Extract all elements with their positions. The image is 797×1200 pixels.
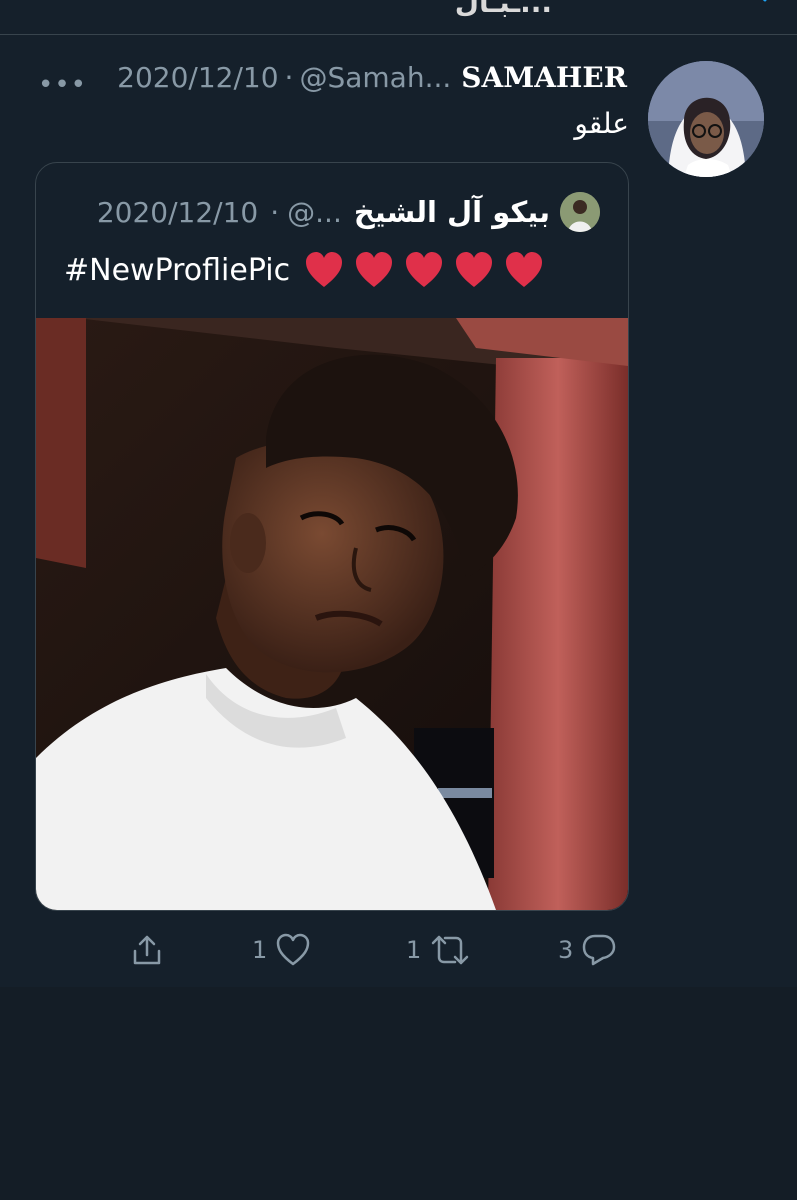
- red-heart-emoji: [456, 252, 493, 287]
- heart-icon: [277, 933, 310, 966]
- red-heart-emoji: [406, 252, 443, 287]
- back-arrow-icon[interactable]: [751, 0, 777, 10]
- like-button[interactable]: 1: [252, 930, 311, 970]
- quoted-tweet-text: #NewProfliePic: [64, 251, 544, 289]
- quoted-tweet-avatar: [560, 192, 600, 232]
- tweet-author-name[interactable]: SAMAHER: [461, 61, 627, 94]
- red-heart-emoji: [356, 252, 393, 287]
- heart-emojis: [304, 251, 544, 289]
- tweet-header: 2020/12/10 · @Samah... SAMAHER: [117, 57, 627, 97]
- quoted-tweet-author-name: بيكو آل الشيخ: [353, 195, 550, 229]
- reply-button[interactable]: 3: [558, 930, 617, 970]
- empty-timeline-area: [0, 987, 797, 1200]
- quoted-tweet-date: 2020/12/10: [96, 195, 259, 229]
- tweet-actions: 1 1 3: [0, 930, 797, 970]
- red-heart-emoji: [306, 252, 343, 287]
- share-icon: [133, 935, 161, 965]
- quoted-tweet-separator: ·: [270, 195, 280, 229]
- share-button[interactable]: [130, 930, 164, 970]
- tweet-separator: ·: [284, 60, 294, 94]
- reply-count: 3: [558, 936, 574, 964]
- quoted-tweet-author-handle: @...: [287, 195, 342, 229]
- quoted-tweet[interactable]: 2020/12/10 · @... بيكو آل الشيخ #NewProf…: [35, 162, 629, 911]
- tweet-text: علقو: [574, 107, 629, 140]
- red-heart-emoji: [506, 252, 543, 287]
- selfie-image: [36, 318, 628, 910]
- retweet-count: 1: [406, 936, 422, 964]
- retweet-button[interactable]: 1: [406, 930, 471, 970]
- top-bar: ...ـبـال: [0, 0, 797, 35]
- tweet[interactable]: ••• 2020/12/10 · @Samah... SAMAHER علقو …: [0, 35, 797, 987]
- avatar[interactable]: [648, 61, 764, 177]
- retweet-icon: [432, 935, 469, 965]
- hashtag[interactable]: #NewProfliePic: [64, 253, 290, 288]
- tweet-date[interactable]: 2020/12/10: [117, 61, 278, 94]
- more-options-icon[interactable]: •••: [38, 72, 87, 98]
- reply-icon: [583, 934, 616, 966]
- avatar-image: [648, 61, 764, 177]
- top-bar-title: ...ـبـال: [454, 0, 552, 19]
- quoted-tweet-header: 2020/12/10 · @... بيكو آل الشيخ: [97, 191, 600, 233]
- tweet-author-handle[interactable]: @Samah...: [299, 61, 451, 94]
- like-count: 1: [252, 936, 268, 964]
- quoted-avatar-image: [560, 192, 600, 232]
- tweet-photo[interactable]: [36, 318, 628, 910]
